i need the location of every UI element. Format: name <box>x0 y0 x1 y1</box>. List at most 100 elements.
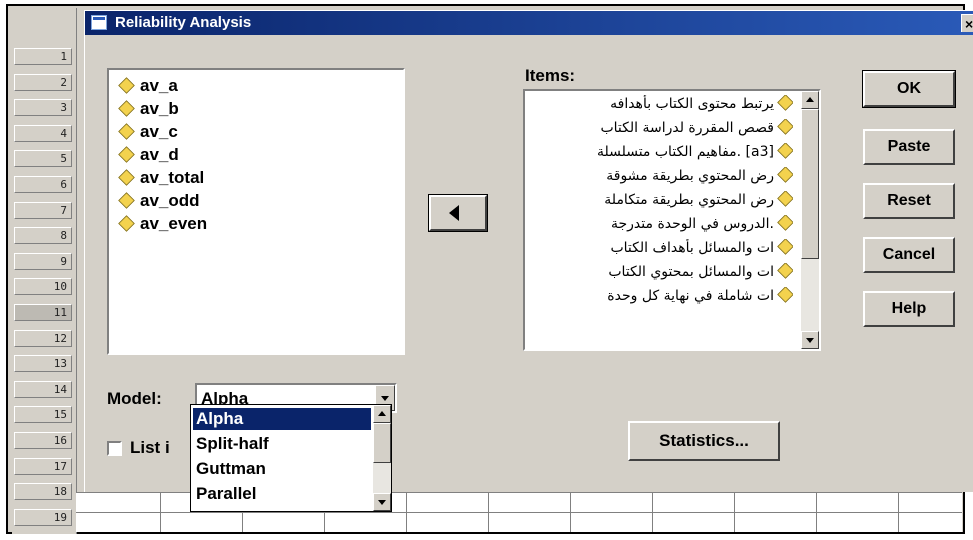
row-header[interactable]: 1 <box>14 48 72 65</box>
item-label: يرتبط محتوى الكتاب بأهدافه <box>610 96 774 112</box>
scale-variable-icon <box>777 239 793 255</box>
variable-label: av_c <box>140 122 178 141</box>
row-header[interactable]: 13 <box>14 355 72 373</box>
row-header[interactable]: 5 <box>14 150 72 168</box>
scale-variable-icon <box>118 146 135 163</box>
statistics-button[interactable]: Statistics... <box>628 421 780 461</box>
row-header[interactable]: 15 <box>14 406 72 424</box>
list-items-checkbox[interactable] <box>107 441 122 456</box>
model-option[interactable]: Split-half <box>193 433 371 455</box>
row-header-column: 1 2 3 4 5 6 7 8 9 10 11 12 13 14 15 16 17 18 19 <box>12 8 77 534</box>
scroll-thumb[interactable] <box>373 423 391 463</box>
items-label: Items: <box>525 66 576 85</box>
variable-item[interactable]: av_a <box>118 76 178 98</box>
variable-item[interactable]: av_total <box>118 168 205 190</box>
model-option[interactable]: Parallel <box>193 483 371 505</box>
scale-variable-icon <box>118 215 135 232</box>
move-variable-button[interactable] <box>428 194 488 232</box>
cancel-button[interactable]: Cancel <box>863 237 955 273</box>
item-row[interactable]: قصص المقررة لدراسة الكتاب <box>533 119 793 141</box>
help-button[interactable]: Help <box>863 291 955 327</box>
variable-item[interactable]: av_b <box>118 99 179 121</box>
model-option[interactable]: Guttman <box>193 458 371 480</box>
paste-button[interactable]: Paste <box>863 129 955 165</box>
dialog-title: Reliability Analysis <box>115 14 252 31</box>
row-header[interactable]: 11 <box>14 304 72 321</box>
variable-label: av_odd <box>140 191 200 210</box>
arrow-up-icon <box>378 411 386 416</box>
row-header[interactable]: 8 <box>14 227 72 245</box>
item-row[interactable]: ات والمسائل بمحتوي الكتاب <box>533 263 793 285</box>
row-header[interactable]: 19 <box>14 508 72 526</box>
row-header[interactable]: 9 <box>14 252 72 270</box>
item-label: قصص المقررة لدراسة الكتاب <box>600 120 774 136</box>
item-row[interactable]: رض المحتوي بطريقة مشوقة <box>533 167 793 189</box>
scale-variable-icon <box>777 95 793 111</box>
row-header[interactable]: 3 <box>14 99 72 117</box>
row-header[interactable]: 18 <box>14 483 72 501</box>
scale-variable-icon <box>777 215 793 231</box>
row-header[interactable]: 17 <box>14 457 72 475</box>
row-header[interactable]: 4 <box>14 124 72 142</box>
title-bar[interactable]: Reliability Analysis × <box>85 11 973 35</box>
model-option[interactable]: Alpha <box>193 408 371 430</box>
variable-label: av_total <box>140 168 205 187</box>
scale-variable-icon <box>118 123 135 140</box>
item-row[interactable]: [a3] .مفاهيم الكتاب متسلسلة <box>533 143 793 165</box>
item-row[interactable]: ات والمسائل بأهداف الكتاب <box>533 239 793 261</box>
window-icon <box>91 15 107 30</box>
scale-variable-icon <box>777 143 793 159</box>
variable-item[interactable]: av_c <box>118 122 178 144</box>
scale-variable-icon <box>777 167 793 183</box>
close-button[interactable]: × <box>961 14 973 32</box>
row-header[interactable]: 6 <box>14 176 72 193</box>
scale-variable-icon <box>777 263 793 279</box>
scroll-down-button[interactable] <box>801 331 819 349</box>
item-row[interactable]: ات شاملة في نهاية كل وحدة <box>533 287 793 309</box>
source-variable-list[interactable]: av_a av_b av_c av_d av_total av_odd av_even <box>107 68 405 355</box>
row-header[interactable]: 16 <box>14 432 72 449</box>
scale-variable-icon <box>118 169 135 186</box>
scroll-thumb[interactable] <box>801 109 819 259</box>
arrow-down-icon <box>806 338 814 343</box>
row-header[interactable]: 10 <box>14 278 72 296</box>
variable-item[interactable]: av_odd <box>118 191 200 213</box>
item-label: .الدروس في الوحدة متدرجة <box>611 216 774 232</box>
arrow-down-icon <box>378 500 386 505</box>
grid-line <box>652 492 653 532</box>
grid-line <box>160 492 161 532</box>
list-items-label: List i <box>130 438 170 457</box>
variable-label: av_d <box>140 145 179 164</box>
items-scrollbar[interactable] <box>801 91 819 349</box>
variable-label: av_b <box>140 99 179 118</box>
row-header[interactable]: 14 <box>14 380 72 398</box>
scale-variable-icon <box>118 192 135 209</box>
variable-label: av_even <box>140 214 208 233</box>
item-row[interactable]: رض المحتوي بطريقة متكاملة <box>533 191 793 213</box>
arrow-left-icon <box>449 205 459 221</box>
item-label: رض المحتوي بطريقة متكاملة <box>604 192 774 208</box>
scroll-down-button[interactable] <box>373 493 391 511</box>
reset-button[interactable]: Reset <box>863 183 955 219</box>
variable-item[interactable]: av_d <box>118 145 179 167</box>
scroll-up-button[interactable] <box>801 91 819 109</box>
model-dropdown-list[interactable]: Alpha Split-half Guttman Parallel <box>190 404 392 512</box>
ok-button[interactable]: OK <box>862 70 956 108</box>
variable-label: av_a <box>140 76 178 95</box>
row-header[interactable]: 2 <box>14 73 72 91</box>
scale-variable-icon <box>777 287 793 303</box>
items-list[interactable]: يرتبط محتوى الكتاب بأهدافه قصص المقررة لد… <box>523 89 821 351</box>
item-row[interactable]: .الدروس في الوحدة متدرجة <box>533 215 793 237</box>
scroll-up-button[interactable] <box>373 405 391 423</box>
item-row[interactable]: يرتبط محتوى الكتاب بأهدافه <box>533 95 793 117</box>
grid-line <box>570 492 571 532</box>
item-label: ات والمسائل بأهداف الكتاب <box>610 240 774 256</box>
row-header[interactable]: 12 <box>14 329 72 347</box>
grid-line <box>406 492 407 532</box>
dropdown-scrollbar[interactable] <box>373 405 391 511</box>
scale-variable-icon <box>118 77 135 94</box>
scale-variable-icon <box>777 119 793 135</box>
row-header[interactable]: 7 <box>14 201 72 219</box>
grid-line <box>734 492 735 532</box>
variable-item[interactable]: av_even <box>118 214 208 236</box>
